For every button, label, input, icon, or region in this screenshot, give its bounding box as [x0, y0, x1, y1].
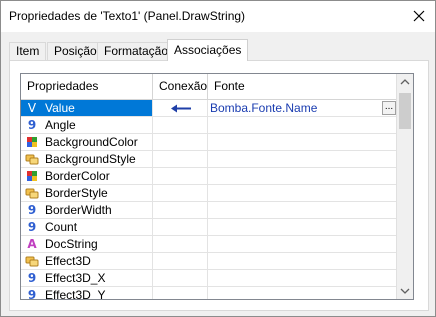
source-cell[interactable] — [208, 185, 397, 201]
tab-formatacao[interactable]: Formatação — [97, 42, 176, 60]
source-cell[interactable] — [208, 134, 397, 150]
scroll-thumb[interactable] — [399, 93, 411, 129]
table-row[interactable]: BackgroundStyle — [21, 151, 397, 168]
source-cell[interactable] — [208, 287, 397, 299]
table-row[interactable]: BorderColor — [21, 168, 397, 185]
tab-strip: Item Posição Formatação Associações — [9, 39, 429, 61]
connection-cell[interactable] — [153, 185, 208, 201]
source-value: Bomba.Fonte.Name — [210, 101, 318, 115]
close-icon — [413, 10, 425, 22]
property-cell[interactable]: 9 Count — [21, 219, 153, 235]
source-cell[interactable] — [208, 202, 397, 218]
property-cell[interactable]: V Value — [21, 100, 153, 116]
connection-cell[interactable] — [153, 236, 208, 252]
header-fonte[interactable]: Fonte — [208, 74, 397, 99]
property-cell[interactable]: Effect3D — [21, 253, 153, 269]
table-row[interactable]: A DocString — [21, 236, 397, 253]
source-cell[interactable] — [208, 236, 397, 252]
connection-cell[interactable] — [153, 134, 208, 150]
source-cell[interactable] — [208, 219, 397, 235]
property-name: Count — [45, 220, 78, 234]
table-row[interactable]: BackgroundColor — [21, 134, 397, 151]
property-cell[interactable]: 9 Effect3D_X — [21, 270, 153, 286]
number-icon: 9 — [27, 203, 37, 217]
table-row[interactable]: V Value Bomba.Fonte.Name ... — [21, 100, 397, 117]
property-cell[interactable]: 9 Effect3D_Y — [21, 287, 153, 300]
property-cell[interactable]: BackgroundStyle — [21, 151, 153, 167]
table-row[interactable]: 9 BorderWidth — [21, 202, 397, 219]
header-propriedades[interactable]: Propriedades — [21, 74, 153, 99]
chevron-down-icon — [400, 288, 410, 294]
table-row[interactable]: 9 Count — [21, 219, 397, 236]
value-icon: V — [27, 101, 37, 115]
enum-icon — [25, 254, 39, 268]
property-name: Effect3D — [45, 254, 91, 268]
enum-icon — [25, 152, 39, 166]
table-row[interactable]: 9 Effect3D_Y — [21, 287, 397, 300]
connection-arrow-icon — [171, 104, 191, 113]
table-row[interactable]: 9 Angle — [21, 117, 397, 134]
window-title: Propriedades de 'Texto1' (Panel.DrawStri… — [9, 9, 246, 23]
source-cell[interactable] — [208, 270, 397, 286]
chevron-up-icon — [400, 79, 410, 85]
property-name: Angle — [45, 118, 76, 132]
property-name: DocString — [45, 237, 98, 251]
title-bar[interactable]: Propriedades de 'Texto1' (Panel.DrawStri… — [1, 1, 435, 32]
enum-icon — [25, 186, 39, 200]
connection-cell[interactable] — [153, 117, 208, 133]
property-name: BorderColor — [45, 169, 110, 183]
connection-cell[interactable] — [153, 202, 208, 218]
source-cell[interactable] — [208, 253, 397, 269]
tab-associacoes[interactable]: Associações — [167, 39, 249, 61]
connection-cell[interactable] — [153, 219, 208, 235]
property-name: Effect3D_X — [45, 271, 106, 285]
property-cell[interactable]: 9 Angle — [21, 117, 153, 133]
header-conexao[interactable]: Conexão — [153, 74, 208, 99]
number-icon: 9 — [27, 288, 37, 300]
property-cell[interactable]: BorderStyle — [21, 185, 153, 201]
color-icon — [25, 135, 39, 149]
source-cell[interactable] — [208, 117, 397, 133]
number-icon: 9 — [27, 220, 37, 234]
property-name: BackgroundStyle — [45, 152, 136, 166]
property-name: Effect3D_Y — [45, 288, 106, 300]
grid-rows: V Value Bomba.Fonte.Name ... 9 Angle Bac… — [21, 100, 397, 300]
connection-cell[interactable] — [153, 168, 208, 184]
number-icon: 9 — [27, 271, 37, 285]
table-row[interactable]: Effect3D — [21, 253, 397, 270]
scroll-up-button[interactable] — [397, 74, 413, 91]
connection-cell[interactable] — [153, 287, 208, 299]
connection-cell[interactable] — [153, 100, 208, 116]
table-row[interactable]: 9 Effect3D_X — [21, 270, 397, 287]
grid-header: Propriedades Conexão Fonte — [21, 74, 397, 100]
vertical-scrollbar[interactable] — [396, 74, 413, 299]
close-button[interactable] — [412, 9, 426, 23]
number-icon: 9 — [27, 118, 37, 132]
property-name: BackgroundColor — [45, 135, 138, 149]
property-cell[interactable]: A DocString — [21, 236, 153, 252]
tab-posicao[interactable]: Posição — [47, 42, 104, 60]
color-icon — [25, 169, 39, 183]
property-cell[interactable]: 9 BorderWidth — [21, 202, 153, 218]
property-name: BorderStyle — [45, 186, 108, 200]
source-cell[interactable] — [208, 151, 397, 167]
connection-cell[interactable] — [153, 270, 208, 286]
connection-cell[interactable] — [153, 253, 208, 269]
scroll-down-button[interactable] — [397, 282, 413, 299]
table-row[interactable]: BorderStyle — [21, 185, 397, 202]
browse-source-button[interactable]: ... — [382, 101, 396, 115]
tab-item[interactable]: Item — [9, 42, 47, 60]
properties-grid: Propriedades Conexão Fonte V Value Bomba… — [20, 73, 414, 300]
property-name: Value — [45, 101, 75, 115]
property-cell[interactable]: BackgroundColor — [21, 134, 153, 150]
string-icon: A — [27, 237, 37, 251]
source-cell[interactable] — [208, 168, 397, 184]
source-cell[interactable]: Bomba.Fonte.Name ... — [208, 100, 397, 116]
connection-cell[interactable] — [153, 151, 208, 167]
property-cell[interactable]: BorderColor — [21, 168, 153, 184]
property-name: BorderWidth — [45, 203, 112, 217]
